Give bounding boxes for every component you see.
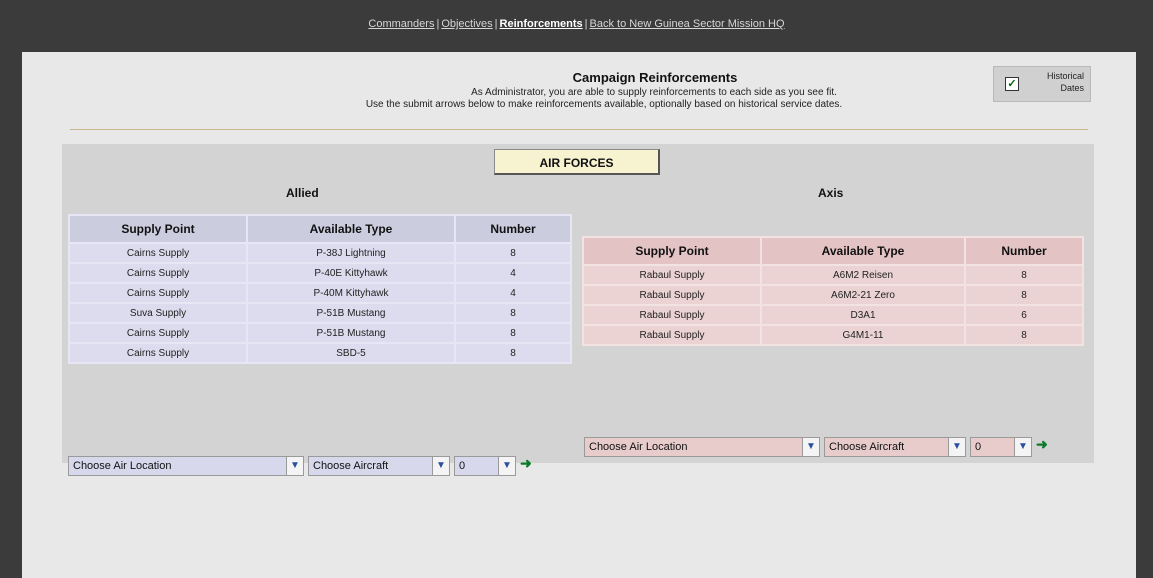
chevron-down-icon[interactable]: ▼ bbox=[498, 457, 515, 475]
nav-back-link[interactable]: Back to New Guinea Sector Mission HQ bbox=[590, 18, 785, 30]
checkmark-icon[interactable]: ✓ bbox=[1005, 77, 1019, 91]
allied-number-select[interactable]: 0 ▼ bbox=[454, 456, 516, 476]
allied-location-value: Choose Air Location bbox=[73, 460, 172, 472]
main-panel: Campaign Reinforcements As Administrator… bbox=[22, 52, 1136, 578]
column-header: Number bbox=[966, 238, 1082, 264]
table-cell: Rabaul Supply bbox=[584, 326, 760, 344]
historical-dates-toggle[interactable]: ✓ Historical Dates bbox=[993, 66, 1091, 102]
table-cell: Cairns Supply bbox=[70, 344, 246, 362]
table-cell: P-40E Kittyhawk bbox=[248, 264, 454, 282]
table-row: Cairns Supply SBD-5 8 bbox=[70, 344, 570, 362]
axis-reinforcements-table: Supply Point Available Type Number Rabau… bbox=[582, 236, 1084, 346]
header-divider bbox=[70, 129, 1088, 130]
chevron-down-icon[interactable]: ▼ bbox=[948, 438, 965, 456]
nav-separator: | bbox=[584, 18, 588, 30]
page-header: Campaign Reinforcements As Administrator… bbox=[22, 70, 1136, 110]
table-cell: A6M2-21 Zero bbox=[762, 286, 964, 304]
table-row: Cairns Supply P-40M Kittyhawk 4 bbox=[70, 284, 570, 302]
table-cell: Cairns Supply bbox=[70, 264, 246, 282]
table-row: Rabaul Supply A6M2 Reisen 8 bbox=[584, 266, 1082, 284]
admin-description: As Administrator, you are able to supply… bbox=[471, 87, 837, 98]
column-header: Available Type bbox=[248, 216, 454, 242]
table-cell: 8 bbox=[456, 304, 570, 322]
table-cell: Cairns Supply bbox=[70, 284, 246, 302]
table-cell: 8 bbox=[456, 324, 570, 342]
air-forces-button[interactable]: AIR FORCES bbox=[494, 149, 660, 175]
axis-number-value: 0 bbox=[975, 441, 982, 453]
table-cell: P-38J Lightning bbox=[248, 244, 454, 262]
allied-aircraft-select[interactable]: Choose Aircraft ▼ bbox=[308, 456, 450, 476]
chevron-down-icon[interactable]: ▼ bbox=[802, 438, 819, 456]
nav-reinforcements-link[interactable]: Reinforcements bbox=[500, 18, 583, 30]
historical-dates-label: Historical Dates bbox=[1046, 71, 1084, 93]
column-header: Supply Point bbox=[584, 238, 760, 264]
axis-aircraft-select[interactable]: Choose Aircraft ▼ bbox=[824, 437, 966, 457]
table-row: Cairns Supply P-38J Lightning 8 bbox=[70, 244, 570, 262]
table-cell: A6M2 Reisen bbox=[762, 266, 964, 284]
table-cell: Rabaul Supply bbox=[584, 266, 760, 284]
table-cell: 4 bbox=[456, 264, 570, 282]
table-cell: P-51B Mustang bbox=[248, 324, 454, 342]
nav-commanders-link[interactable]: Commanders bbox=[368, 18, 434, 30]
table-cell: 8 bbox=[966, 326, 1082, 344]
allied-aircraft-value: Choose Aircraft bbox=[313, 460, 389, 472]
top-navigation: Commanders | Objectives | Reinforcements | Bac… bbox=[0, 0, 1153, 52]
table-cell: Cairns Supply bbox=[70, 244, 246, 262]
table-row: Cairns Supply P-51B Mustang 8 bbox=[70, 324, 570, 342]
page-title: Campaign Reinforcements bbox=[572, 70, 738, 85]
chevron-down-icon[interactable]: ▼ bbox=[1014, 438, 1031, 456]
nav-objectives-link[interactable]: Objectives bbox=[441, 18, 492, 30]
table-cell: 8 bbox=[966, 266, 1082, 284]
table-cell: SBD-5 bbox=[248, 344, 454, 362]
chevron-down-icon[interactable]: ▼ bbox=[286, 457, 303, 475]
allied-reinforcements-table: Supply Point Available Type Number Cairn… bbox=[68, 214, 572, 364]
table-cell: Cairns Supply bbox=[70, 324, 246, 342]
arrow-right-icon[interactable]: ➜ bbox=[1036, 437, 1048, 451]
table-cell: G4M1-11 bbox=[762, 326, 964, 344]
arrow-right-icon[interactable]: ➜ bbox=[520, 456, 532, 470]
table-header-row: Supply Point Available Type Number bbox=[70, 216, 570, 242]
nav-separator: | bbox=[494, 18, 498, 30]
table-cell: 8 bbox=[456, 244, 570, 262]
table-row: Rabaul Supply A6M2-21 Zero 8 bbox=[584, 286, 1082, 304]
instructions-text: Use the submit arrows below to make rein… bbox=[365, 99, 843, 110]
axis-aircraft-value: Choose Aircraft bbox=[829, 441, 905, 453]
table-row: Rabaul Supply G4M1-11 8 bbox=[584, 326, 1082, 344]
chevron-down-icon[interactable]: ▼ bbox=[432, 457, 449, 475]
axis-number-select[interactable]: 0 ▼ bbox=[970, 437, 1032, 457]
allied-number-value: 0 bbox=[459, 460, 466, 472]
table-row: Cairns Supply P-40E Kittyhawk 4 bbox=[70, 264, 570, 282]
table-cell: P-40M Kittyhawk bbox=[248, 284, 454, 302]
table-row: Rabaul Supply D3A1 6 bbox=[584, 306, 1082, 324]
table-cell: D3A1 bbox=[762, 306, 964, 324]
allied-label: Allied bbox=[286, 186, 319, 200]
table-cell: 6 bbox=[966, 306, 1082, 324]
table-cell: P-51B Mustang bbox=[248, 304, 454, 322]
air-forces-section: AIR FORCES Allied Axis Supply Point Avai… bbox=[62, 144, 1094, 476]
allied-location-select[interactable]: Choose Air Location ▼ bbox=[68, 456, 304, 476]
table-cell: 4 bbox=[456, 284, 570, 302]
column-header: Available Type bbox=[762, 238, 964, 264]
axis-location-value: Choose Air Location bbox=[589, 441, 688, 453]
column-header: Supply Point bbox=[70, 216, 246, 242]
axis-location-select[interactable]: Choose Air Location ▼ bbox=[584, 437, 820, 457]
table-cell: 8 bbox=[456, 344, 570, 362]
table-cell: Suva Supply bbox=[70, 304, 246, 322]
table-header-row: Supply Point Available Type Number bbox=[584, 238, 1082, 264]
column-header: Number bbox=[456, 216, 570, 242]
table-cell: 8 bbox=[966, 286, 1082, 304]
table-cell: Rabaul Supply bbox=[584, 286, 760, 304]
table-cell: Rabaul Supply bbox=[584, 306, 760, 324]
axis-label: Axis bbox=[818, 186, 844, 200]
table-row: Suva Supply P-51B Mustang 8 bbox=[70, 304, 570, 322]
